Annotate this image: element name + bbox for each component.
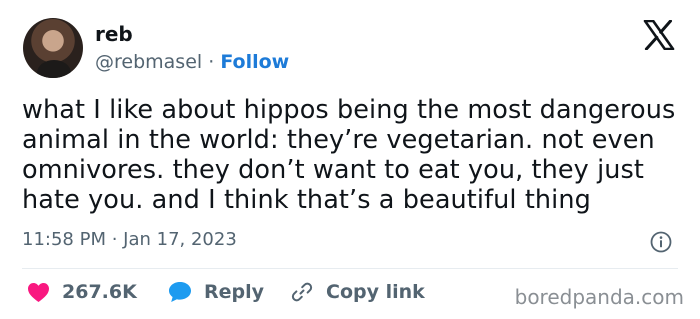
tweet-line: omnivores. they don’t want to eat you, t… (22, 155, 645, 185)
link-icon (291, 282, 313, 302)
handle[interactable]: @rebmasel (95, 51, 202, 73)
copy-link-button[interactable]: Copy link (290, 280, 425, 304)
tweet-line: hate you. and I think that’s a beautiful… (22, 185, 591, 215)
x-logo-icon[interactable] (643, 20, 675, 50)
reply-button[interactable]: Reply (168, 280, 264, 304)
like-count: 267.6K (62, 281, 137, 303)
tweet-text: what I like about hippos being the most … (22, 95, 687, 215)
tweet-line: what I like about hippos being the most … (22, 95, 676, 125)
reply-bubble-icon (169, 282, 191, 302)
display-name[interactable]: reb (95, 22, 133, 46)
heart-icon (28, 282, 49, 302)
copy-link-label: Copy link (326, 281, 425, 303)
avatar[interactable] (23, 18, 83, 78)
handle-row: @rebmasel · Follow (95, 51, 289, 73)
tweet-timestamp[interactable]: 11:58 PM · Jan 17, 2023 (22, 229, 237, 250)
like-button[interactable]: 267.6K (27, 280, 137, 304)
reply-label: Reply (204, 281, 265, 303)
tweet-line: animal in the world: they’re vegetarian.… (22, 125, 655, 155)
watermark: boredpanda.com (514, 285, 684, 309)
follow-link[interactable]: Follow (220, 51, 289, 73)
info-icon[interactable] (650, 231, 672, 253)
separator-dot: · (208, 51, 215, 73)
divider (22, 268, 678, 269)
